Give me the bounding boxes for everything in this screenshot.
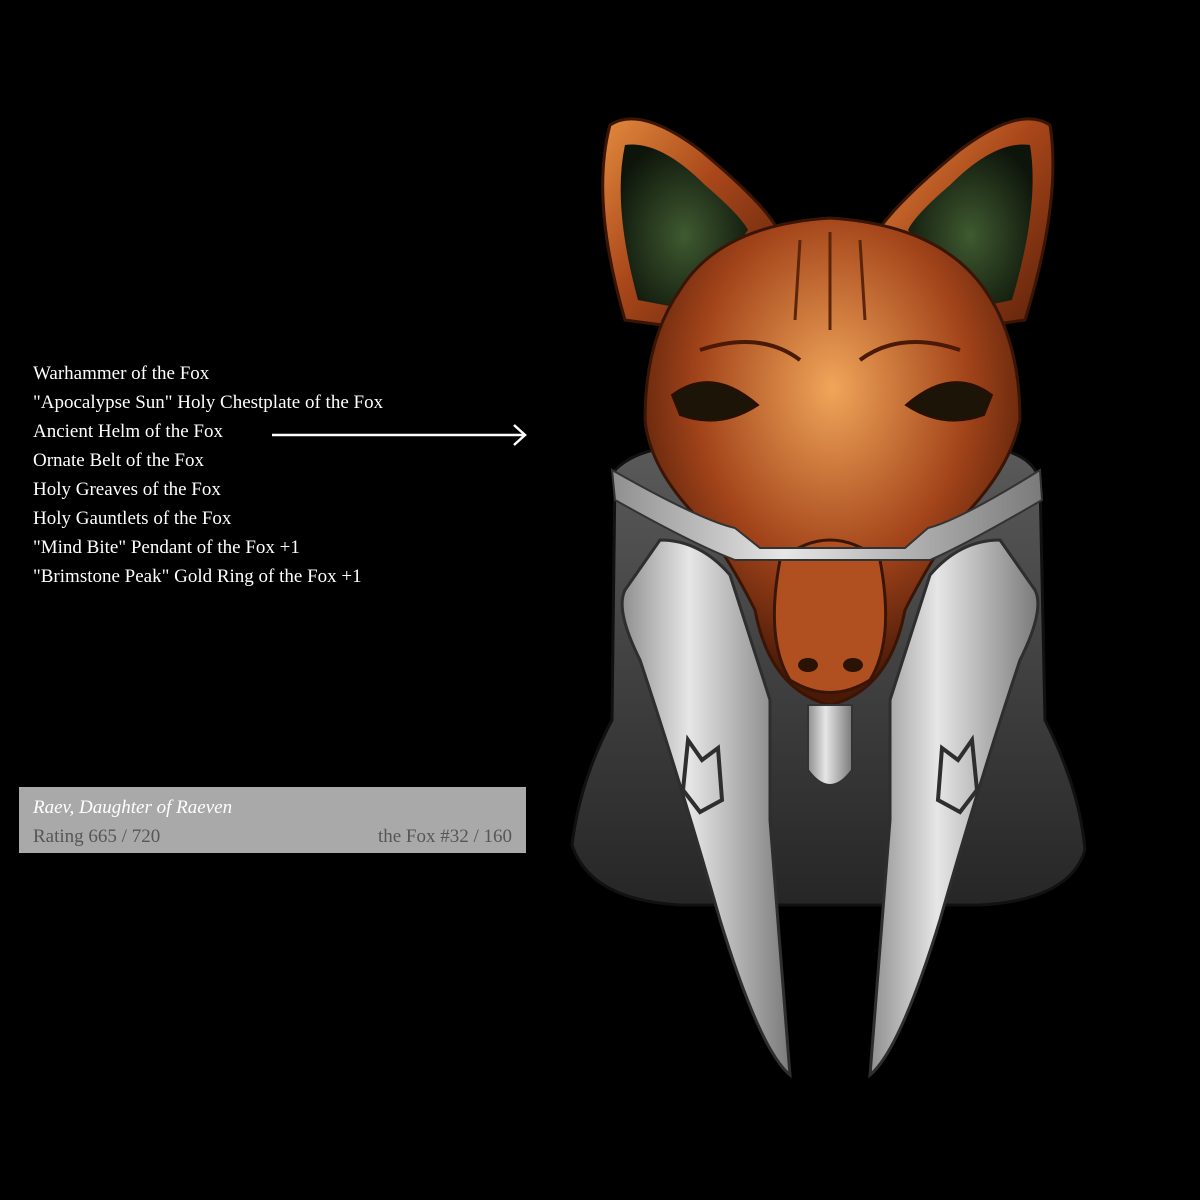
equipment-item-weapon: Warhammer of the Fox	[33, 363, 210, 384]
loot-card: Warhammer of the Fox "Apocalypse Sun" Ho…	[0, 0, 1200, 1200]
character-name: Raev, Daughter of Raeven	[33, 797, 233, 818]
equipment-item-waist: Ornate Belt of the Fox	[33, 450, 204, 471]
order-rank: the Fox #32 / 160	[377, 826, 512, 847]
fox-helm-icon	[570, 117, 1087, 1079]
right-arrow-icon	[272, 424, 527, 446]
equipment-list: Warhammer of the Fox "Apocalypse Sun" Ho…	[33, 359, 383, 591]
character-rating: Rating 665 / 720	[33, 826, 161, 847]
equipment-item-foot: Holy Greaves of the Fox	[33, 479, 221, 500]
equipment-item-neck: "Mind Bite" Pendant of the Fox +1	[33, 537, 300, 558]
character-card: Raev, Daughter of Raeven Rating 665 / 72…	[19, 787, 526, 853]
equipment-item-hand: Holy Gauntlets of the Fox	[33, 508, 232, 529]
equipment-item-ring: "Brimstone Peak" Gold Ring of the Fox +1	[33, 566, 362, 587]
equipment-item-chest: "Apocalypse Sun" Holy Chestplate of the …	[33, 392, 384, 413]
